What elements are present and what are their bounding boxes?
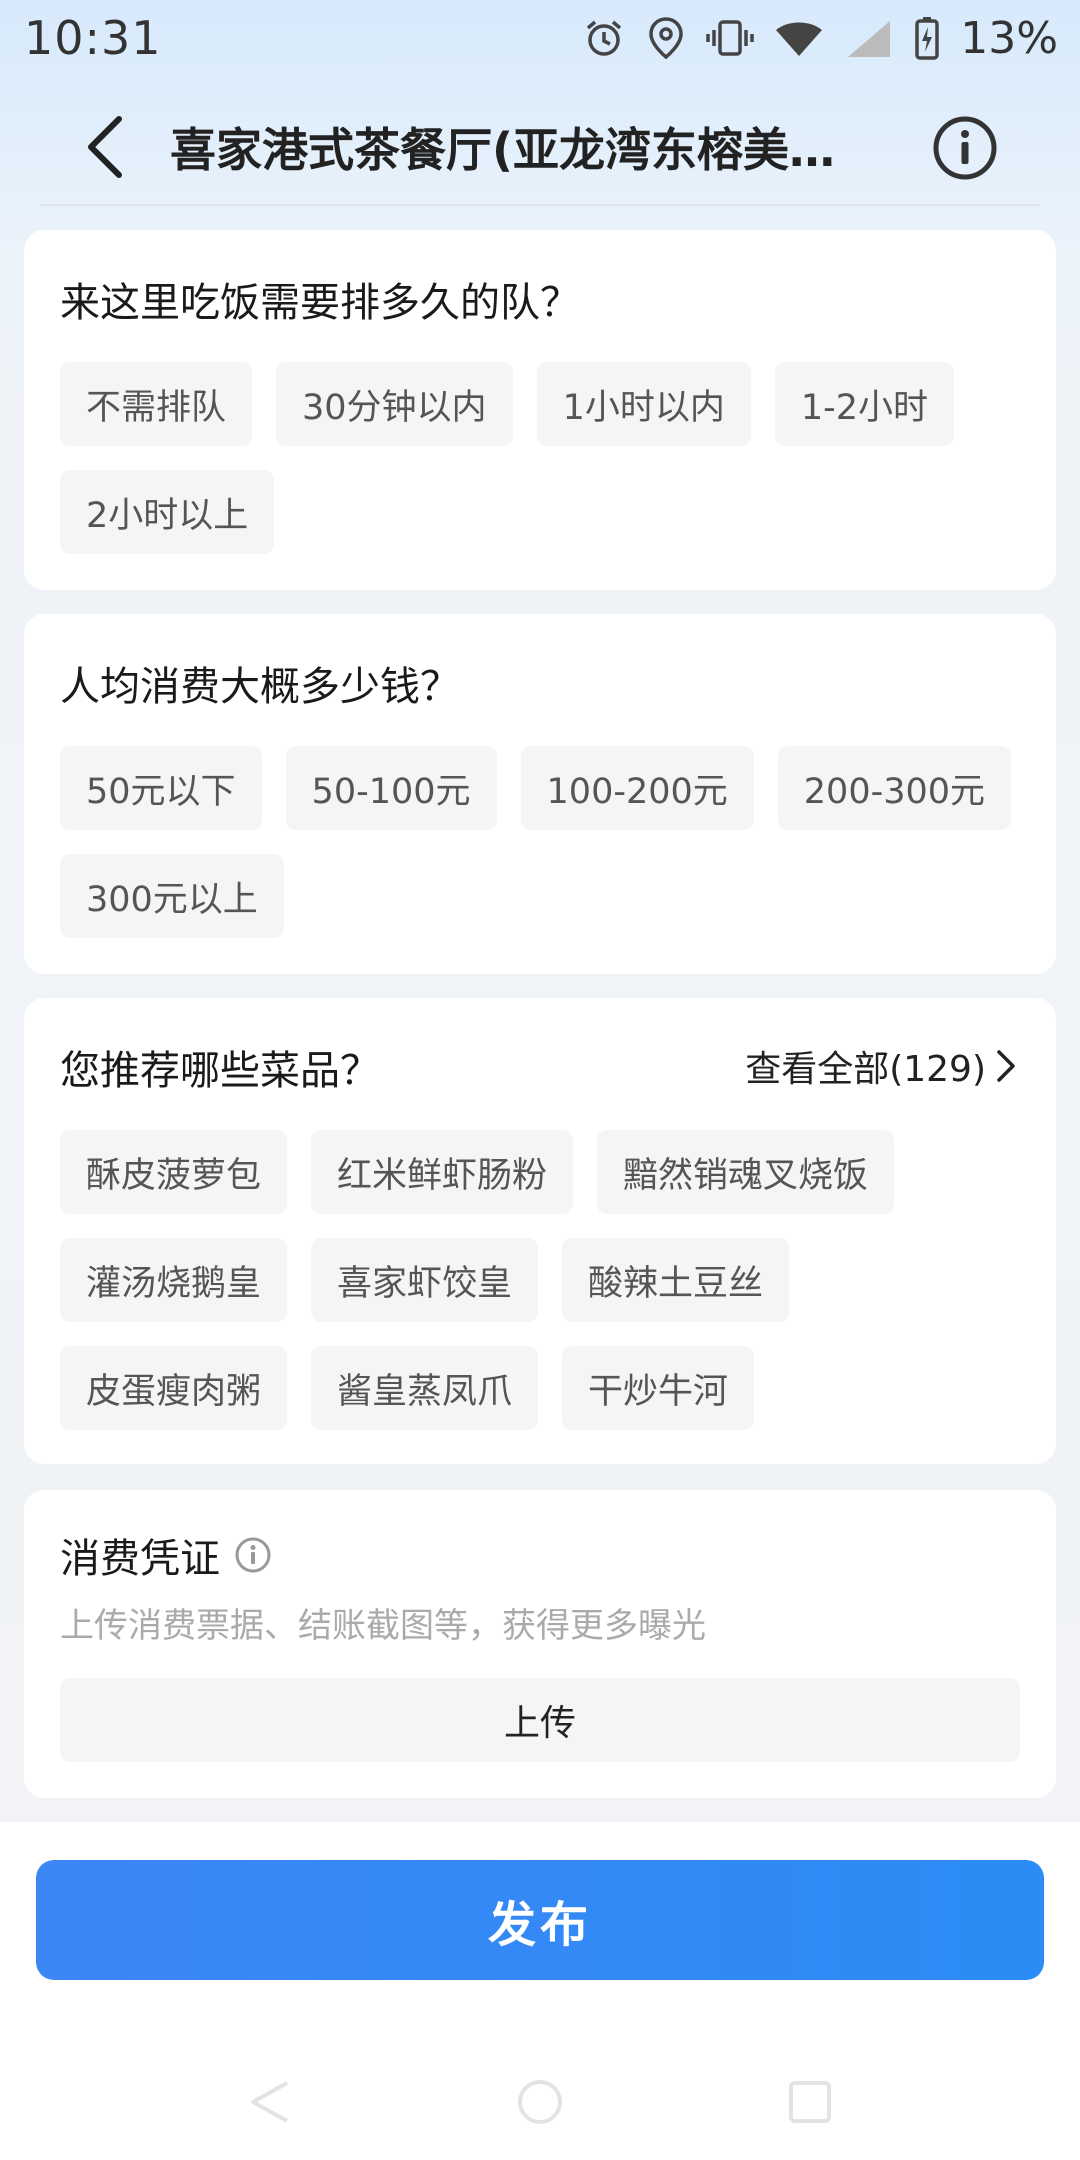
- price-option-chip[interactable]: 50元以下: [60, 746, 262, 830]
- dish-option-chip[interactable]: 皮蛋瘦肉粥: [60, 1346, 288, 1430]
- nav-home-icon[interactable]: [515, 2077, 565, 2127]
- dish-options: 酥皮菠萝包 红米鲜虾肠粉 黯然销魂叉烧饭 灌汤烧鹅皇 喜家虾饺皇 酸辣土豆丝 皮…: [60, 1130, 1020, 1430]
- signal-icon: [844, 17, 894, 59]
- info-icon[interactable]: [234, 1536, 272, 1574]
- price-card: 人均消费大概多少钱？ 50元以下 50-100元 100-200元 200-30…: [24, 614, 1056, 974]
- status-icons: 13%: [582, 13, 1058, 64]
- nav-back-icon[interactable]: [245, 2077, 295, 2127]
- queue-option-chip[interactable]: 30分钟以内: [276, 362, 513, 446]
- price-option-chip[interactable]: 50-100元: [285, 746, 497, 830]
- status-bar: 10:31 13%: [0, 0, 1080, 76]
- view-all-label: 查看全部(129): [745, 1049, 986, 1090]
- queue-options: 不需排队 30分钟以内 1小时以内 1-2小时 2小时以上: [60, 362, 1020, 554]
- dish-option-chip[interactable]: 酥皮菠萝包: [60, 1130, 288, 1214]
- voucher-hint: 上传消费票据、结账截图等，获得更多曝光: [60, 1606, 706, 1646]
- publish-button[interactable]: 发布: [36, 1860, 1044, 1980]
- dish-option-chip[interactable]: 干炒牛河: [562, 1346, 755, 1430]
- back-arrow-icon: [88, 116, 122, 178]
- dishes-question: 您推荐哪些菜品？: [60, 1048, 380, 1094]
- battery-percent: 13%: [960, 12, 1058, 64]
- queue-option-chip[interactable]: 1小时以内: [536, 362, 751, 446]
- dish-option-chip[interactable]: 黯然销魂叉烧饭: [597, 1130, 895, 1214]
- voucher-title: 消费凭证: [60, 1536, 220, 1582]
- info-icon: [933, 116, 997, 180]
- dish-option-chip[interactable]: 红米鲜虾肠粉: [311, 1130, 574, 1214]
- price-question: 人均消费大概多少钱？: [60, 664, 460, 710]
- dishes-card: 您推荐哪些菜品？ 查看全部(129) 酥皮菠萝包 红米鲜虾肠粉 黯然销魂叉烧饭 …: [24, 998, 1056, 1464]
- queue-option-chip[interactable]: 不需排队: [60, 362, 253, 446]
- voucher-card: 消费凭证 上传消费票据、结账截图等，获得更多曝光 上传: [24, 1490, 1056, 1798]
- system-nav-bar: [0, 2052, 1080, 2152]
- queue-option-chip[interactable]: 1-2小时: [774, 362, 955, 446]
- price-options: 50元以下 50-100元 100-200元 200-300元 300元以上: [60, 746, 1020, 938]
- dish-option-chip[interactable]: 喜家虾饺皇: [311, 1238, 539, 1322]
- header: 喜家港式茶餐厅(亚龙湾东榕美…: [40, 90, 1040, 206]
- back-button[interactable]: [60, 102, 150, 192]
- page-title: 喜家港式茶餐厅(亚龙湾东榕美…: [170, 123, 836, 177]
- battery-charging-icon: [914, 15, 940, 61]
- view-all-dishes-link[interactable]: 查看全部(129): [745, 1040, 1016, 1092]
- wifi-icon: [774, 18, 824, 58]
- queue-question: 来这里吃饭需要排多久的队？: [60, 280, 580, 326]
- status-time: 10:31: [24, 11, 162, 65]
- chevron-right-icon: [997, 1050, 1015, 1082]
- nav-recents-icon[interactable]: [785, 2077, 835, 2127]
- alarm-icon: [582, 16, 626, 60]
- voucher-title-row: 消费凭证: [60, 1526, 272, 1584]
- queue-card: 来这里吃饭需要排多久的队？ 不需排队 30分钟以内 1小时以内 1-2小时 2小…: [24, 230, 1056, 590]
- price-option-chip[interactable]: 200-300元: [777, 746, 1012, 830]
- price-option-chip[interactable]: 300元以上: [60, 854, 284, 938]
- dish-option-chip[interactable]: 酸辣土豆丝: [562, 1238, 790, 1322]
- info-button[interactable]: [920, 103, 1010, 193]
- queue-option-chip[interactable]: 2小时以上: [60, 470, 275, 554]
- upload-button[interactable]: 上传: [60, 1678, 1020, 1762]
- price-option-chip[interactable]: 100-200元: [520, 746, 754, 830]
- location-icon: [646, 15, 686, 61]
- dish-option-chip[interactable]: 酱皇蒸凤爪: [311, 1346, 539, 1430]
- dish-option-chip[interactable]: 灌汤烧鹅皇: [60, 1238, 288, 1322]
- vibrate-icon: [706, 16, 754, 60]
- bottom-action-bar: 发布: [0, 1822, 1080, 2160]
